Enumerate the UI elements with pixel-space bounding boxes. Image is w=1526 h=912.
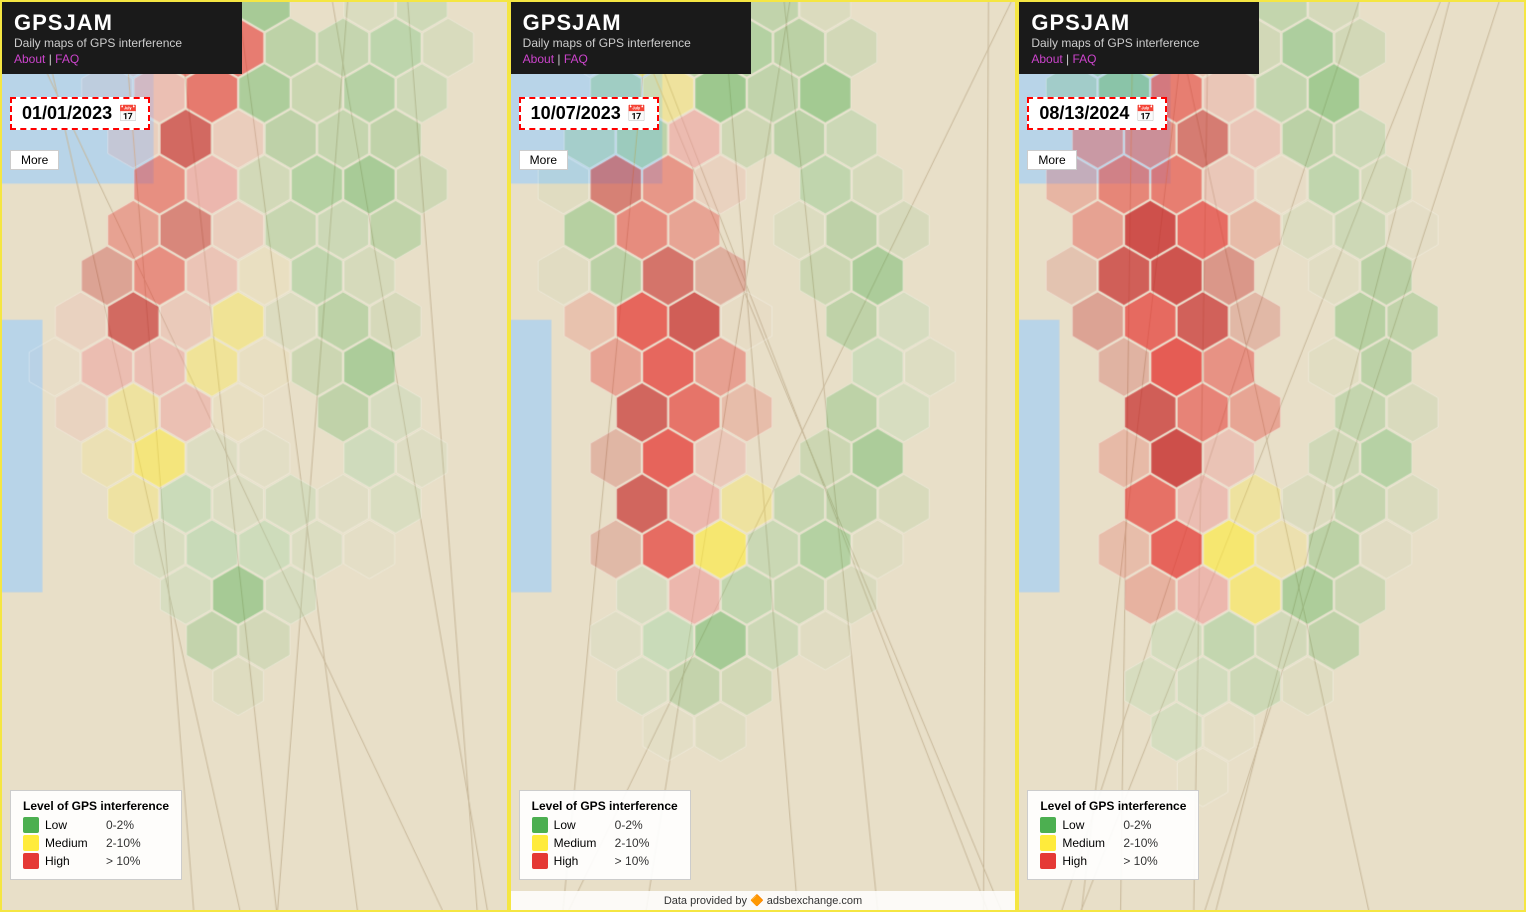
legend-color-high-2 bbox=[532, 853, 548, 869]
map-background-2 bbox=[511, 2, 1016, 910]
header-2: GPSJAM Daily maps of GPS interference Ab… bbox=[511, 2, 751, 74]
about-link-2[interactable]: About bbox=[523, 52, 554, 66]
legend-label-high-1: High bbox=[45, 854, 100, 868]
legend-label-medium-3: Medium bbox=[1062, 836, 1117, 850]
header-links-3: About | FAQ bbox=[1031, 52, 1247, 66]
faq-link-2[interactable]: FAQ bbox=[564, 52, 588, 66]
app-subtitle-1: Daily maps of GPS interference bbox=[14, 36, 230, 50]
more-button-3[interactable]: More bbox=[1027, 150, 1076, 170]
legend-item-low-1: Low 0-2% bbox=[23, 817, 169, 833]
legend-range-low-3: 0-2% bbox=[1123, 818, 1151, 832]
legend-label-low-3: Low bbox=[1062, 818, 1117, 832]
legend-color-low-2 bbox=[532, 817, 548, 833]
more-button-2[interactable]: More bbox=[519, 150, 568, 170]
header-1: GPSJAM Daily maps of GPS interference Ab… bbox=[2, 2, 242, 74]
date-box-1[interactable]: 01/01/2023 📅 bbox=[10, 97, 150, 130]
date-value-1: 01/01/2023 bbox=[22, 103, 112, 124]
app-subtitle-2: Daily maps of GPS interference bbox=[523, 36, 739, 50]
legend-range-medium-2: 2-10% bbox=[615, 836, 650, 850]
legend-color-medium-2 bbox=[532, 835, 548, 851]
more-button-1[interactable]: More bbox=[10, 150, 59, 170]
app-title-3: GPSJAM bbox=[1031, 10, 1247, 36]
legend-label-high-3: High bbox=[1062, 854, 1117, 868]
legend-color-high-1 bbox=[23, 853, 39, 869]
date-box-3[interactable]: 08/13/2024 📅 bbox=[1027, 97, 1167, 130]
legend-item-low-3: Low 0-2% bbox=[1040, 817, 1186, 833]
legend-color-low-3 bbox=[1040, 817, 1056, 833]
legend-3: Level of GPS interference Low 0-2% Mediu… bbox=[1027, 790, 1199, 880]
footer-provider: adsbexchange.com bbox=[767, 895, 862, 907]
footer-text: Data provided by bbox=[664, 895, 747, 907]
app-title-1: GPSJAM bbox=[14, 10, 230, 36]
legend-color-medium-3 bbox=[1040, 835, 1056, 851]
legend-range-medium-3: 2-10% bbox=[1123, 836, 1158, 850]
legend-item-medium-2: Medium 2-10% bbox=[532, 835, 678, 851]
map-panel-3: GPSJAM Daily maps of GPS interference Ab… bbox=[1017, 0, 1526, 912]
legend-range-low-2: 0-2% bbox=[615, 818, 643, 832]
legend-label-medium-2: Medium bbox=[554, 836, 609, 850]
legend-label-high-2: High bbox=[554, 854, 609, 868]
date-value-3: 08/13/2024 bbox=[1039, 103, 1129, 124]
legend-2: Level of GPS interference Low 0-2% Mediu… bbox=[519, 790, 691, 880]
header-links-2: About | FAQ bbox=[523, 52, 739, 66]
faq-link-3[interactable]: FAQ bbox=[1073, 52, 1097, 66]
legend-item-medium-1: Medium 2-10% bbox=[23, 835, 169, 851]
legend-item-medium-3: Medium 2-10% bbox=[1040, 835, 1186, 851]
legend-title-2: Level of GPS interference bbox=[532, 799, 678, 813]
legend-item-high-3: High > 10% bbox=[1040, 853, 1186, 869]
legend-color-medium-1 bbox=[23, 835, 39, 851]
legend-1: Level of GPS interference Low 0-2% Mediu… bbox=[10, 790, 182, 880]
legend-range-low-1: 0-2% bbox=[106, 818, 134, 832]
date-value-2: 10/07/2023 bbox=[531, 103, 621, 124]
map-panel-2: GPSJAM Daily maps of GPS interference Ab… bbox=[509, 0, 1018, 912]
about-link-1[interactable]: About bbox=[14, 52, 45, 66]
legend-range-high-1: > 10% bbox=[106, 854, 140, 868]
calendar-icon-3: 📅 bbox=[1135, 104, 1155, 124]
legend-title-1: Level of GPS interference bbox=[23, 799, 169, 813]
header-links-1: About | FAQ bbox=[14, 52, 230, 66]
legend-label-low-1: Low bbox=[45, 818, 100, 832]
faq-link-1[interactable]: FAQ bbox=[55, 52, 79, 66]
app-subtitle-3: Daily maps of GPS interference bbox=[1031, 36, 1247, 50]
calendar-icon-1: 📅 bbox=[118, 104, 138, 124]
calendar-icon-2: 📅 bbox=[627, 104, 647, 124]
footer-bar: Data provided by 🔶 adsbexchange.com bbox=[511, 891, 1016, 910]
legend-label-medium-1: Medium bbox=[45, 836, 100, 850]
date-box-2[interactable]: 10/07/2023 📅 bbox=[519, 97, 659, 130]
app-title-2: GPSJAM bbox=[523, 10, 739, 36]
legend-item-high-1: High > 10% bbox=[23, 853, 169, 869]
legend-color-high-3 bbox=[1040, 853, 1056, 869]
map-background-1 bbox=[2, 2, 507, 910]
legend-range-high-2: > 10% bbox=[615, 854, 649, 868]
header-3: GPSJAM Daily maps of GPS interference Ab… bbox=[1019, 2, 1259, 74]
legend-item-high-2: High > 10% bbox=[532, 853, 678, 869]
legend-item-low-2: Low 0-2% bbox=[532, 817, 678, 833]
legend-color-low-1 bbox=[23, 817, 39, 833]
map-background-3 bbox=[1019, 2, 1524, 910]
about-link-3[interactable]: About bbox=[1031, 52, 1062, 66]
legend-title-3: Level of GPS interference bbox=[1040, 799, 1186, 813]
legend-range-high-3: > 10% bbox=[1123, 854, 1157, 868]
legend-range-medium-1: 2-10% bbox=[106, 836, 141, 850]
map-panel-1: GPSJAM Daily maps of GPS interference Ab… bbox=[0, 0, 509, 912]
legend-label-low-2: Low bbox=[554, 818, 609, 832]
